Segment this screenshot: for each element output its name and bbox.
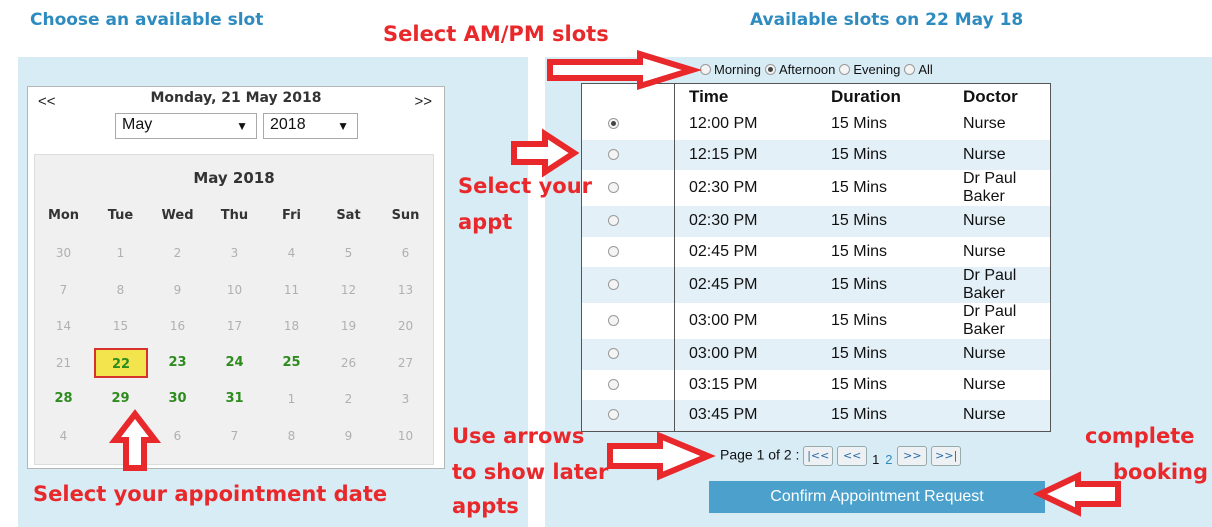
arrow-to-date-icon [108,409,162,471]
arrow-to-confirm-icon [1032,471,1121,517]
arrow-to-slots-icon [511,128,580,178]
annotation-arrows [108,49,1121,517]
arrow-to-pager-icon [607,431,716,481]
arrow-to-filter-icon [547,49,703,91]
